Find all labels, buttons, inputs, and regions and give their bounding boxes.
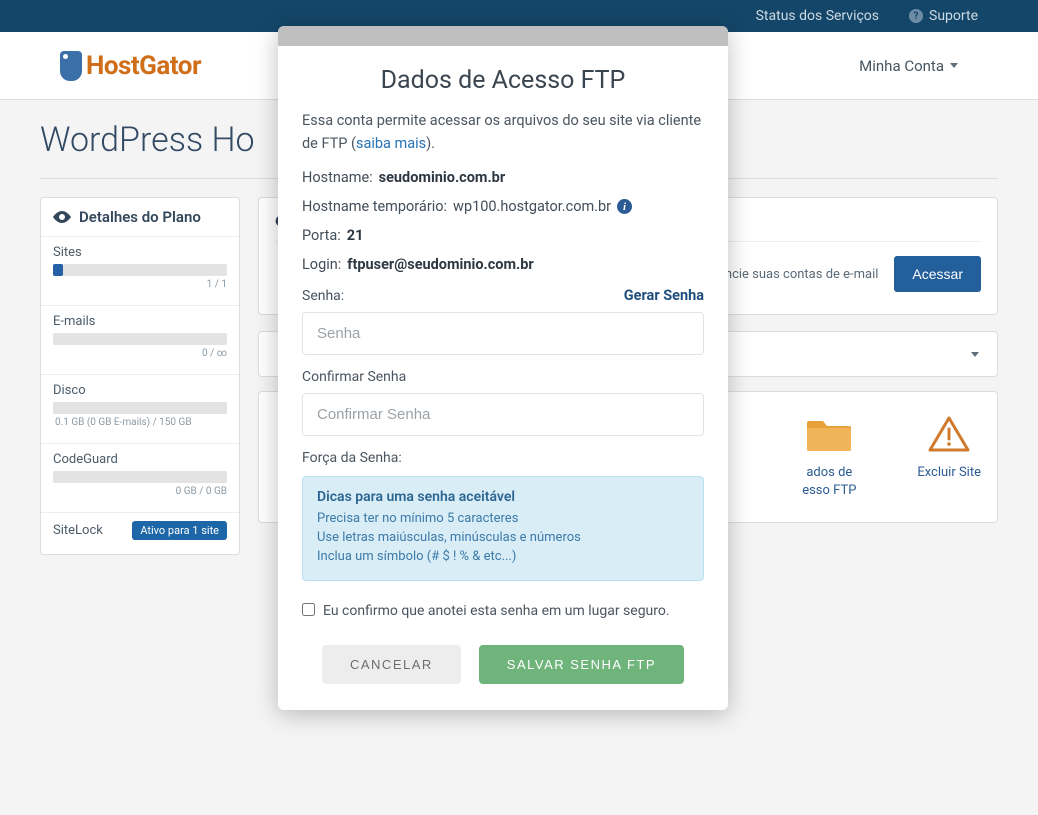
confirm-saved-row[interactable]: Eu confirmo que anotei esta senha em um …	[302, 603, 704, 619]
tips-title: Dicas para uma senha aceitável	[317, 489, 689, 505]
cancel-button[interactable]: CANCELAR	[322, 645, 461, 684]
ftp-modal: Dados de Acesso FTP Essa conta permite a…	[278, 26, 728, 710]
info-icon[interactable]: i	[617, 199, 632, 214]
port-label: Porta:	[302, 227, 341, 244]
modal-overlay: Dados de Acesso FTP Essa conta permite a…	[0, 0, 1038, 815]
temp-hostname-value: wp100.hostgator.com.br	[453, 198, 611, 215]
password-strength-label: Força da Senha:	[302, 450, 402, 466]
modal-desc-suffix: ).	[426, 135, 435, 152]
password-input[interactable]	[302, 312, 704, 355]
modal-topstrip	[278, 26, 728, 46]
hostname-row: Hostname: seudominio.com.br	[302, 169, 704, 186]
port-row: Porta: 21	[302, 227, 704, 244]
save-ftp-password-button[interactable]: SALVAR SENHA FTP	[479, 645, 684, 684]
tip-3: Inclua um símbolo (# $ ! % & etc...)	[317, 549, 689, 564]
login-label: Login:	[302, 256, 341, 273]
confirm-password-label: Confirmar Senha	[302, 369, 406, 385]
hostname-value: seudominio.com.br	[379, 169, 505, 186]
hostname-label: Hostname:	[302, 169, 373, 186]
modal-description: Essa conta permite acessar os arquivos d…	[302, 109, 704, 155]
modal-title: Dados de Acesso FTP	[302, 66, 704, 95]
confirm-saved-text: Eu confirmo que anotei esta senha em um …	[323, 603, 670, 619]
confirm-saved-checkbox[interactable]	[302, 603, 315, 616]
login-row: Login: ftpuser@seudominio.com.br	[302, 256, 704, 273]
generate-password-link[interactable]: Gerar Senha	[624, 287, 704, 304]
tip-2: Use letras maiúsculas, minúsculas e núme…	[317, 530, 689, 545]
learn-more-link[interactable]: saiba mais	[356, 135, 426, 152]
temp-hostname-row: Hostname temporário: wp100.hostgator.com…	[302, 198, 704, 215]
login-value: ftpuser@seudominio.com.br	[347, 256, 533, 273]
port-value: 21	[347, 227, 364, 244]
tip-1: Precisa ter no mínimo 5 caracteres	[317, 511, 689, 526]
password-tips-box: Dicas para uma senha aceitável Precisa t…	[302, 476, 704, 581]
confirm-password-input[interactable]	[302, 393, 704, 436]
password-label: Senha:	[302, 288, 344, 304]
temp-hostname-label: Hostname temporário:	[302, 198, 447, 215]
